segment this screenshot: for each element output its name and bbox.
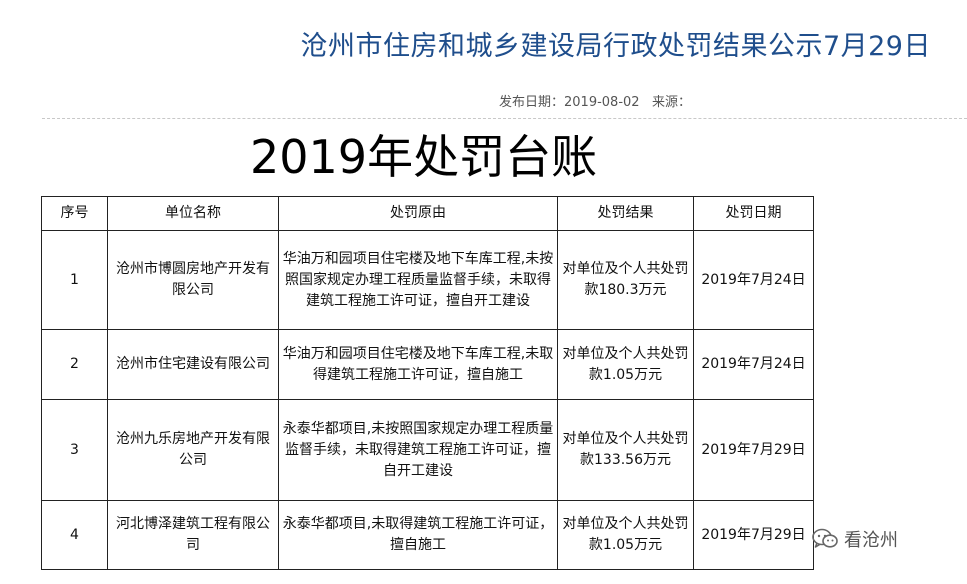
row-result: 对单位及个人共处罚款133.56万元	[557, 399, 694, 501]
row-no: 1	[41, 230, 108, 330]
publish-meta: 发布日期：2019-08-02 来源：	[499, 91, 691, 110]
header-company: 单位名称	[107, 196, 279, 231]
wechat-icon	[812, 528, 838, 550]
watermark: 看沧州	[812, 526, 898, 552]
header-reason: 处罚原由	[278, 196, 558, 231]
table-header-row: 序号 单位名称 处罚原由 处罚结果 处罚日期	[41, 196, 814, 231]
row-reason: 华油万和园项目住宅楼及地下车库工程,未取得建筑工程施工许可证，擅自施工	[278, 329, 558, 400]
header-result: 处罚结果	[557, 196, 694, 231]
row-date: 2019年7月24日	[693, 329, 814, 400]
row-result: 对单位及个人共处罚款1.05万元	[557, 500, 694, 570]
row-no: 2	[41, 329, 108, 400]
table-row: 1 沧州市博圆房地产开发有限公司 华油万和园项目住宅楼及地下车库工程,未按照国家…	[41, 230, 814, 330]
header-no: 序号	[41, 196, 108, 231]
publish-date: 2019-08-02	[564, 95, 640, 110]
ledger-title: 2019年处罚台账	[250, 130, 598, 184]
row-result: 对单位及个人共处罚款180.3万元	[557, 230, 694, 330]
page-title: 沧州市住房和城乡建设局行政处罚结果公示7月29日	[300, 31, 931, 62]
row-date: 2019年7月29日	[693, 500, 814, 570]
row-reason: 永泰华都项目,未按照国家规定办理工程质量监督手续，未取得建筑工程施工许可证，擅自…	[278, 399, 558, 501]
divider	[42, 118, 967, 119]
publish-date-label: 发布日期：	[499, 95, 565, 110]
row-result: 对单位及个人共处罚款1.05万元	[557, 329, 694, 400]
row-no: 3	[41, 399, 108, 501]
table-row: 4 河北博泽建筑工程有限公司 永泰华都项目,未取得建筑工程施工许可证，擅自施工 …	[41, 500, 814, 570]
row-date: 2019年7月24日	[693, 230, 814, 330]
row-reason: 华油万和园项目住宅楼及地下车库工程,未按照国家规定办理工程质量监督手续，未取得建…	[278, 230, 558, 330]
table-row: 2 沧州市住宅建设有限公司 华油万和园项目住宅楼及地下车库工程,未取得建筑工程施…	[41, 329, 814, 400]
source-label: 来源：	[651, 95, 691, 110]
header-date: 处罚日期	[693, 196, 814, 231]
row-company: 沧州九乐房地产开发有限公司	[107, 399, 279, 501]
row-company: 沧州市住宅建设有限公司	[107, 329, 279, 400]
row-date: 2019年7月29日	[693, 399, 814, 501]
penalty-table: 序号 单位名称 处罚原由 处罚结果 处罚日期 1 沧州市博圆房地产开发有限公司 …	[41, 196, 814, 570]
row-company: 沧州市博圆房地产开发有限公司	[107, 230, 279, 330]
row-no: 4	[41, 500, 108, 570]
watermark-text: 看沧州	[844, 530, 898, 551]
row-reason: 永泰华都项目,未取得建筑工程施工许可证，擅自施工	[278, 500, 558, 570]
row-company: 河北博泽建筑工程有限公司	[107, 500, 279, 570]
table-row: 3 沧州九乐房地产开发有限公司 永泰华都项目,未按照国家规定办理工程质量监督手续…	[41, 399, 814, 501]
